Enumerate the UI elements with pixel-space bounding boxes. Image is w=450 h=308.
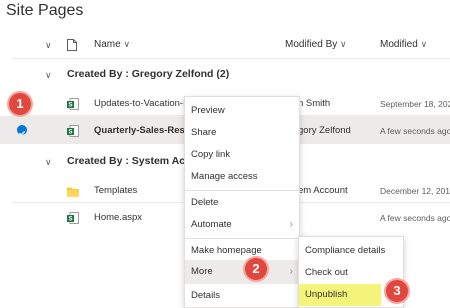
submenu-item-unpublish[interactable]: Unpublish <box>299 284 381 306</box>
menu-item-share[interactable]: Share <box>185 122 299 144</box>
menu-item-manage-access[interactable]: Manage access <box>185 166 299 188</box>
column-header-name[interactable]: Name ∨ <box>94 39 130 50</box>
collapse-all-chevron-icon[interactable]: ∨ <box>45 40 52 51</box>
file-name-link[interactable]: Updates-to-Vacation-P <box>94 98 184 109</box>
menu-item-delete[interactable]: Delete <box>185 192 299 214</box>
menu-item-make-homepage[interactable]: Make homepage <box>185 240 299 262</box>
submenu-item-compliance-details[interactable]: Compliance details <box>299 240 403 262</box>
file-name-link[interactable]: Home.aspx <box>94 212 142 223</box>
svg-text:S: S <box>68 103 72 109</box>
folder-icon <box>67 184 79 202</box>
header-divider <box>12 58 450 59</box>
chevron-down-icon: ∨ <box>123 39 131 49</box>
file-name-link[interactable]: Templates <box>94 185 137 196</box>
sharepoint-page-icon: S <box>67 97 79 115</box>
menu-item-details[interactable]: Details <box>185 285 299 307</box>
group-collapse-chevron-icon[interactable]: ∨ <box>45 157 52 168</box>
modified-value: A few seconds ago <box>380 126 450 136</box>
menu-item-copy-link[interactable]: Copy link <box>185 144 299 166</box>
submenu-item-check-out[interactable]: Check out <box>299 262 403 284</box>
sharepoint-page-icon: S <box>67 124 79 142</box>
column-header-modified-label: Modified <box>380 39 418 50</box>
menu-separator <box>185 190 299 191</box>
modified-value: September 18, 2020 <box>380 99 450 109</box>
svg-text:S: S <box>68 217 72 223</box>
step-badge-2: 2 <box>245 258 267 280</box>
chevron-right-icon: › <box>289 266 293 277</box>
modified-value: A few seconds ago <box>380 213 450 223</box>
file-type-icon[interactable] <box>67 38 77 56</box>
sharepoint-page-icon: S <box>67 211 79 229</box>
context-menu: Preview Share Copy link Manage access De… <box>184 96 300 308</box>
column-header-name-label: Name <box>94 39 121 50</box>
column-header-modified[interactable]: Modified ∨ <box>380 39 427 50</box>
step-badge-3: 3 <box>386 280 408 302</box>
menu-item-more[interactable]: More › <box>185 260 299 284</box>
modified-by-value: gory Zelfond <box>298 125 351 136</box>
page-title: Site Pages <box>6 2 84 19</box>
chevron-down-icon: ∨ <box>420 39 428 49</box>
column-header-modified-by[interactable]: Modified By ∨ <box>285 39 347 50</box>
column-header-modified-by-label: Modified By <box>285 39 338 50</box>
file-name-link[interactable]: Quarterly-Sales-Result <box>94 125 184 136</box>
chevron-right-icon: › <box>289 219 293 230</box>
menu-item-automate[interactable]: Automate › <box>185 214 299 236</box>
menu-item-preview[interactable]: Preview <box>185 100 299 122</box>
group-header[interactable]: Created By : System Acco <box>67 155 197 167</box>
chevron-down-icon: ∨ <box>340 39 347 49</box>
svg-text:S: S <box>68 130 72 136</box>
menu-separator <box>185 238 299 239</box>
menu-item-automate-label: Automate <box>191 219 232 230</box>
selected-check-icon[interactable] <box>17 125 27 136</box>
modified-by-value: em Account <box>298 185 348 196</box>
modified-value: December 12, 2019 <box>380 186 450 196</box>
step-badge-1: 1 <box>9 93 31 115</box>
modified-by-value: n Smith <box>298 98 331 109</box>
group-collapse-chevron-icon[interactable]: ∨ <box>45 70 52 81</box>
menu-item-more-label: More <box>191 266 213 277</box>
group-header[interactable]: Created By : Gregory Zelfond (2) <box>67 68 229 80</box>
